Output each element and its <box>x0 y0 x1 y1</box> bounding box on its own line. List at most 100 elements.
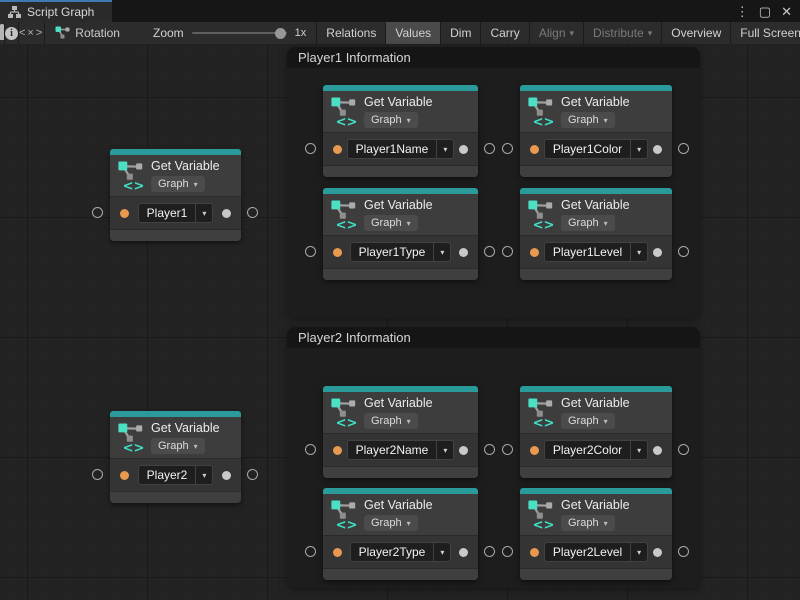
variable-name-port[interactable] <box>120 209 129 218</box>
variable-kind-dropdown[interactable]: Graph ▾ <box>151 176 205 192</box>
input-port-circle[interactable] <box>305 546 316 557</box>
variable-name-dropdown[interactable]: Player1Name ▾ <box>347 139 455 159</box>
variable-name-port[interactable] <box>333 446 342 455</box>
input-port-circle[interactable] <box>502 246 513 257</box>
zoom-slider-handle[interactable] <box>275 28 286 39</box>
variable-kind-dropdown[interactable]: Graph ▾ <box>561 413 615 429</box>
align-button[interactable]: Align▾ <box>529 22 583 44</box>
variable-name-port[interactable] <box>120 471 129 480</box>
input-port-circle[interactable] <box>502 546 513 557</box>
variable-name-port[interactable] <box>530 446 539 455</box>
variable-name-dropdown[interactable]: Player2Color ▾ <box>544 440 648 460</box>
output-port-circle[interactable] <box>484 546 495 557</box>
output-port-circle[interactable] <box>678 246 689 257</box>
node-footer <box>323 569 478 580</box>
menu-icon[interactable]: ⋮ <box>736 5 749 18</box>
chevron-down-icon: ▾ <box>630 243 647 261</box>
dim-button[interactable]: Dim <box>440 22 480 44</box>
distribute-button[interactable]: Distribute▾ <box>583 22 661 44</box>
variable-name-dropdown[interactable]: Player2 ▾ <box>138 465 214 485</box>
variable-name-port[interactable] <box>333 248 342 257</box>
output-port-circle[interactable] <box>678 143 689 154</box>
variable-name-dropdown[interactable]: Player2Name ▾ <box>347 440 455 460</box>
get-variable-node-player2color[interactable]: <> Get Variable Graph ▾ Player2Color ▾ <box>520 386 672 478</box>
variable-name-dropdown[interactable]: Player1Type ▾ <box>350 242 452 262</box>
variable-name-port[interactable] <box>333 548 342 557</box>
variable-kind-dropdown[interactable]: Graph ▾ <box>364 215 418 231</box>
value-output-port[interactable] <box>459 248 468 257</box>
variable-name-label: Player2 <box>139 466 196 484</box>
input-port-circle[interactable] <box>305 444 316 455</box>
get-variable-node-player1[interactable]: <> Get Variable Graph ▾ Player1 ▾ <box>110 149 241 241</box>
maximize-icon[interactable]: ▢ <box>759 5 771 18</box>
get-variable-node-player2level[interactable]: <> Get Variable Graph ▾ Player2Level ▾ <box>520 488 672 580</box>
output-port-circle[interactable] <box>247 207 258 218</box>
relations-button[interactable]: Relations <box>316 22 385 44</box>
chevron-down-icon: ▾ <box>604 219 608 228</box>
input-port-circle[interactable] <box>305 246 316 257</box>
input-port-circle[interactable] <box>502 143 513 154</box>
output-port-circle[interactable] <box>678 444 689 455</box>
variable-kind-dropdown[interactable]: Graph ▾ <box>561 515 615 531</box>
value-output-port[interactable] <box>459 446 468 455</box>
get-variable-node-player1type[interactable]: <> Get Variable Graph ▾ Player1Type ▾ <box>323 188 478 280</box>
variable-name-dropdown[interactable]: Player2Type ▾ <box>350 542 452 562</box>
node-footer <box>520 166 672 177</box>
node-body: Player2Color ▾ <box>520 433 672 467</box>
get-variable-node-player1name[interactable]: <> Get Variable Graph ▾ Player1Name ▾ <box>323 85 478 177</box>
get-variable-node-player2[interactable]: <> Get Variable Graph ▾ Player2 ▾ <box>110 411 241 503</box>
output-port-circle[interactable] <box>247 469 258 480</box>
value-output-port[interactable] <box>459 145 468 154</box>
get-variable-node-player1level[interactable]: <> Get Variable Graph ▾ Player1Level ▾ <box>520 188 672 280</box>
variable-name-dropdown[interactable]: Player1Color ▾ <box>544 139 648 159</box>
close-icon[interactable]: ✕ <box>781 5 792 18</box>
output-port-circle[interactable] <box>484 143 495 154</box>
variable-kind-dropdown[interactable]: Graph ▾ <box>561 215 615 231</box>
tab-title: Script Graph <box>27 5 94 19</box>
frame-selection-button[interactable]: <×> <box>19 22 45 44</box>
values-button[interactable]: Values <box>385 22 440 44</box>
variable-name-dropdown[interactable]: Player1 ▾ <box>138 203 214 223</box>
overview-button[interactable]: Overview <box>661 22 730 44</box>
group-header[interactable]: Player1 Information <box>287 47 700 68</box>
input-port-circle[interactable] <box>305 143 316 154</box>
variable-name-dropdown[interactable]: Player1Level ▾ <box>544 242 648 262</box>
value-output-port[interactable] <box>653 548 662 557</box>
variable-kind-label: Graph <box>371 415 402 427</box>
variable-name-dropdown[interactable]: Player2Level ▾ <box>544 542 648 562</box>
zoom-slider[interactable] <box>192 32 287 34</box>
group-header[interactable]: Player2 Information <box>287 327 700 348</box>
variable-kind-dropdown[interactable]: Graph ▾ <box>364 112 418 128</box>
tab-script-graph[interactable]: Script Graph <box>0 0 112 22</box>
get-variable-node-player2name[interactable]: <> Get Variable Graph ▾ Player2Name ▾ <box>323 386 478 478</box>
value-output-port[interactable] <box>653 446 662 455</box>
output-port-circle[interactable] <box>678 546 689 557</box>
variable-kind-dropdown[interactable]: Graph ▾ <box>151 438 205 454</box>
value-output-port[interactable] <box>653 248 662 257</box>
graph-breadcrumb[interactable]: Rotation <box>55 26 120 40</box>
value-output-port[interactable] <box>222 209 231 218</box>
full-screen-button[interactable]: Full Screen <box>730 22 800 44</box>
carry-button[interactable]: Carry <box>480 22 528 44</box>
get-variable-node-player1color[interactable]: <> Get Variable Graph ▾ Player1Color ▾ <box>520 85 672 177</box>
get-variable-node-player2type[interactable]: <> Get Variable Graph ▾ Player2Type ▾ <box>323 488 478 580</box>
value-output-port[interactable] <box>222 471 231 480</box>
script-graph-canvas[interactable]: Player1 Information Player2 Information … <box>0 44 800 600</box>
variable-name-port[interactable] <box>530 145 539 154</box>
value-output-port[interactable] <box>459 548 468 557</box>
variable-kind-dropdown[interactable]: Graph ▾ <box>364 413 418 429</box>
variable-kind-dropdown[interactable]: Graph ▾ <box>561 112 615 128</box>
info-button[interactable]: i <box>5 22 19 44</box>
variable-name-port[interactable] <box>530 248 539 257</box>
input-port-circle[interactable] <box>502 444 513 455</box>
variable-name-port[interactable] <box>333 145 342 154</box>
node-header: <> Get Variable Graph ▾ <box>110 155 241 196</box>
output-port-circle[interactable] <box>484 444 495 455</box>
output-port-circle[interactable] <box>484 246 495 257</box>
input-port-circle[interactable] <box>92 207 103 218</box>
variable-kind-dropdown[interactable]: Graph ▾ <box>364 515 418 531</box>
variable-name-port[interactable] <box>530 548 539 557</box>
chevron-down-icon: ▾ <box>407 116 411 125</box>
value-output-port[interactable] <box>653 145 662 154</box>
input-port-circle[interactable] <box>92 469 103 480</box>
